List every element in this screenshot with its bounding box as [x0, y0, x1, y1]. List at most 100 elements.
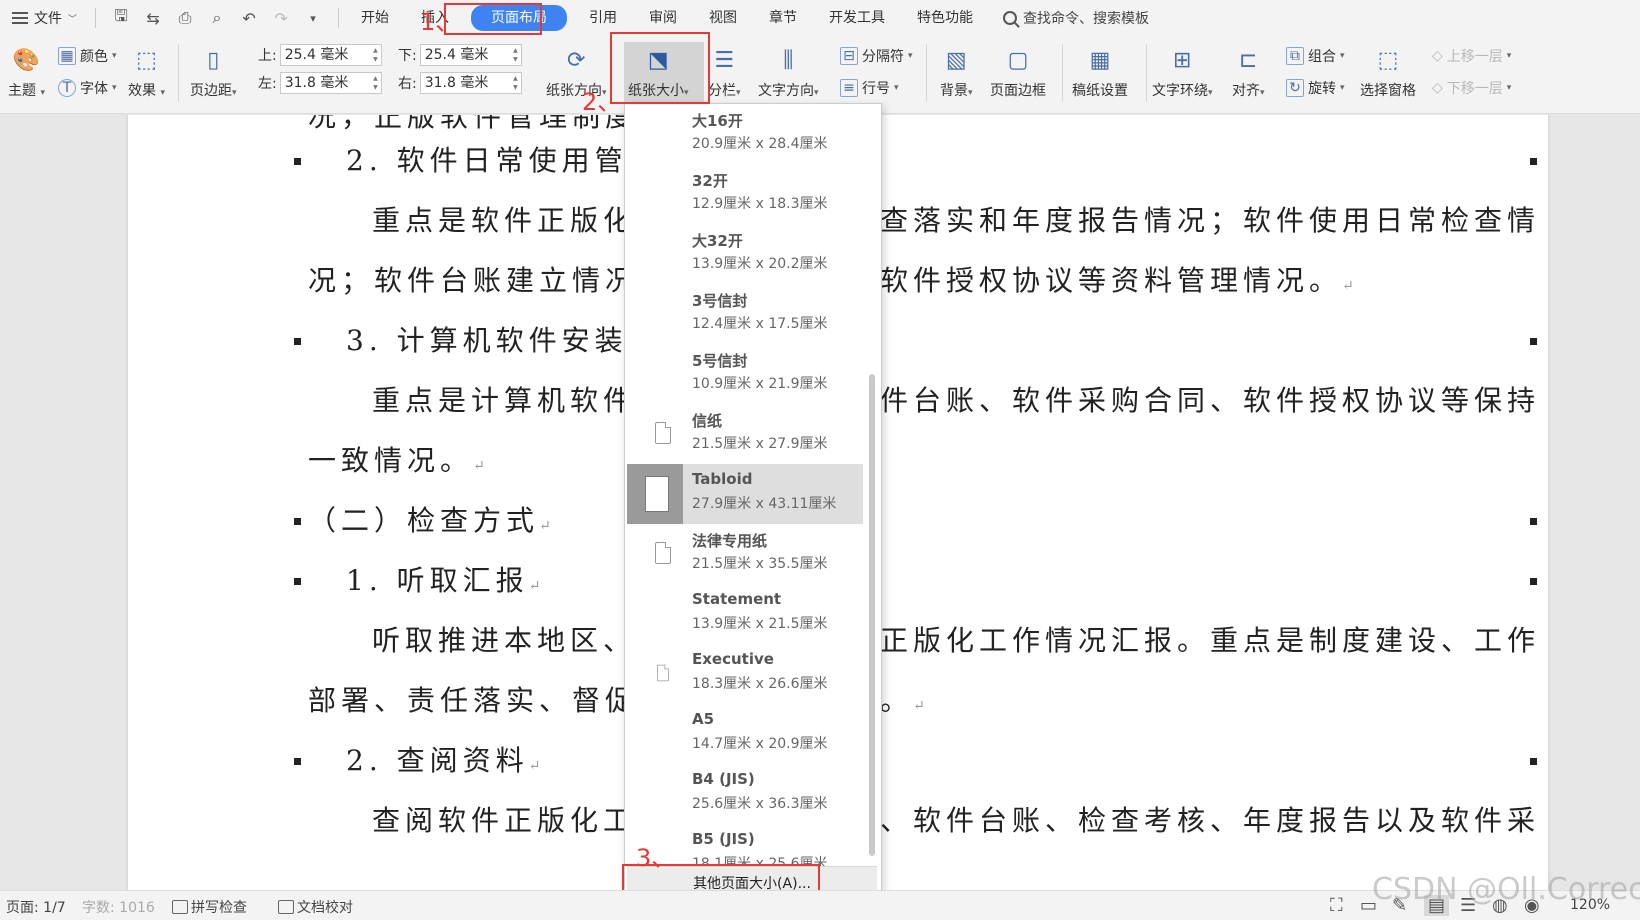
paper-size-option[interactable]: B4 (JIS) 25.6厘米 x 36.3厘米	[627, 764, 863, 824]
doc-line: 部署、责任落实、督促	[308, 684, 639, 717]
margin-left-label: 左:	[258, 76, 277, 92]
tab-chapter[interactable]: 章节	[753, 0, 813, 36]
command-search[interactable]: 查找命令、搜索模板	[989, 8, 1149, 28]
doc-line: 况；软件台账建立情况	[308, 264, 639, 297]
divider	[1062, 44, 1063, 102]
effect-button[interactable]: ⬚ 效果 ▾	[128, 44, 165, 100]
paper-size-option[interactable]: 大16开 20.9厘米 x 28.4厘米	[627, 104, 863, 164]
tab-references[interactable]: 引用	[573, 0, 633, 36]
page-border-button[interactable]: ▢ 页面边框	[990, 44, 1046, 100]
rotate-button[interactable]: ↻ 旋转 ▾	[1286, 78, 1345, 98]
customize-chevron-icon[interactable]: ▾	[302, 12, 324, 25]
effects-icon: ⬚	[136, 47, 157, 73]
proofread-button[interactable]: 文档校对	[278, 897, 353, 917]
paper-size-dropdown: 大16开 20.9厘米 x 28.4厘米 32开 12.9厘米 x 18.3厘米…	[624, 103, 882, 910]
doc-line: 况，正版软件管理制度	[308, 115, 639, 133]
tab-view[interactable]: 视图	[693, 0, 753, 36]
separator-button[interactable]: ⊟ 分隔符 ▾	[840, 46, 913, 66]
paper-size-name: Statement	[692, 590, 782, 608]
file-menu[interactable]: 文件 ﹀	[0, 0, 89, 36]
margin-right-label: 右:	[398, 76, 417, 92]
tab-review[interactable]: 审阅	[633, 0, 693, 36]
background-icon: ▧	[945, 47, 967, 73]
paper-size-option[interactable]: A5 14.7厘米 x 20.9厘米	[627, 704, 863, 764]
tab-home[interactable]: 开始	[345, 0, 405, 36]
hamburger-icon	[12, 12, 28, 24]
divider	[926, 44, 927, 102]
margin-top-label: 上:	[258, 48, 277, 64]
fullscreen-icon[interactable]: ⛶	[1330, 895, 1343, 916]
text-wrap-button[interactable]: ⊞ 文字环绕▾	[1152, 44, 1213, 100]
paper-size-option[interactable]: Statement 13.9厘米 x 21.5厘米	[627, 584, 863, 644]
paper-size-dims: 20.9厘米 x 28.4厘米	[692, 136, 828, 152]
color-grid-icon: ▦	[58, 47, 76, 65]
paper-size-option-selected[interactable]: Tabloid 27.9厘米 x 43.11厘米	[627, 464, 863, 524]
margin-bottom-input[interactable]: 25.4 毫米	[419, 44, 522, 66]
line-number-button[interactable]: ≡ 行号 ▾	[840, 78, 899, 98]
margin-left-input[interactable]: 31.8 毫米	[279, 72, 382, 94]
paper-size-option[interactable]: 法律专用纸 21.5厘米 x 35.5厘米	[627, 524, 863, 584]
doc-line-text: 2. 查阅资料	[346, 744, 529, 777]
margin-right: 右: 31.8 毫米	[398, 72, 522, 94]
save-icon[interactable]: 🖫	[110, 5, 132, 32]
margins-button[interactable]: ▯ 页边距▾	[190, 44, 237, 100]
margin-bottom-label: 下:	[398, 48, 417, 64]
columns-button[interactable]: ☰ 分栏▾	[708, 44, 741, 100]
align-button[interactable]: ⊏ 对齐▾	[1232, 44, 1265, 100]
margin-right-input[interactable]: 31.8 毫米	[419, 72, 522, 94]
page-icon	[627, 464, 683, 524]
spell-check-button[interactable]: 拼写检查	[172, 897, 247, 917]
paper-size-option[interactable]: Executive 18.3厘米 x 26.6厘米	[627, 644, 863, 704]
paragraph-mark	[294, 578, 301, 585]
divider	[338, 8, 340, 28]
undo-icon[interactable]: ↶	[238, 9, 260, 28]
margins-icon: ▯	[207, 47, 220, 73]
paper-size-option[interactable]: 信纸 21.5厘米 x 27.9厘米	[627, 404, 863, 464]
group-button[interactable]: ⧉ 组合 ▾	[1286, 46, 1345, 66]
paragraph-mark	[1530, 338, 1537, 345]
quick-access-toolbar: 🖫 ⇆ ⎙ ⌕ ↶ ↷ ▾	[102, 5, 332, 32]
text-direction-label: 文字方向	[758, 83, 814, 99]
paper-size-option[interactable]: 大32开 13.9厘米 x 20.2厘米	[627, 224, 863, 284]
print-icon[interactable]: ⎙	[174, 8, 196, 28]
manuscript-button[interactable]: ▦ 稿纸设置	[1072, 44, 1128, 100]
selection-pane-button[interactable]: ⬚ 选择窗格	[1360, 44, 1416, 100]
spell-check-icon	[172, 900, 188, 914]
paragraph-return-icon: ↵	[539, 518, 551, 534]
margin-top-input[interactable]: 25.4 毫米	[279, 44, 382, 66]
bring-forward-icon: ◇	[1432, 48, 1443, 64]
export-icon[interactable]: ⇆	[142, 9, 164, 28]
paper-size-name: 大32开	[692, 232, 743, 250]
background-button[interactable]: ▧ 背景▾	[940, 44, 973, 100]
font-button[interactable]: T 字体 ▾	[58, 78, 117, 98]
search-icon	[1003, 11, 1018, 25]
paper-size-dims: 25.6厘米 x 36.3厘米	[692, 796, 828, 812]
paper-size-dims: 12.9厘米 x 18.3厘米	[692, 196, 828, 212]
print-preview-icon[interactable]: ⌕	[206, 8, 228, 28]
paper-size-dims: 27.9厘米 x 43.11厘米	[692, 496, 837, 512]
bring-forward-button[interactable]: ◇ 上移一层 ▾	[1432, 46, 1511, 66]
color-button[interactable]: ▦ 颜色 ▾	[58, 46, 117, 66]
redo-icon[interactable]: ↷	[270, 9, 292, 28]
theme-label: 主题	[8, 83, 36, 99]
paper-size-option[interactable]: 3号信封 12.4厘米 x 17.5厘米	[627, 284, 863, 344]
paragraph-return-icon: ↵	[1342, 278, 1354, 294]
chevron-down-icon: ﹀	[68, 14, 78, 25]
paper-size-dims: 10.9厘米 x 21.9厘米	[692, 376, 828, 392]
page-border-label: 页面边框	[990, 83, 1046, 99]
word-count[interactable]: 字数: 1016	[82, 897, 155, 917]
tab-features[interactable]: 特色功能	[901, 0, 989, 36]
theme-button[interactable]: 🎨 主题 ▾	[8, 44, 45, 100]
spell-check-label: 拼写检查	[191, 900, 247, 916]
tab-developer[interactable]: 开发工具	[813, 0, 901, 36]
menu-bar: 文件 ﹀ 🖫 ⇆ ⎙ ⌕ ↶ ↷ ▾ 开始 插入 页面布局 引用 审阅 视图 章…	[0, 0, 1640, 36]
paper-size-option[interactable]: 32开 12.9厘米 x 18.3厘米	[627, 164, 863, 224]
font-label: 字体	[80, 81, 108, 97]
paper-size-option[interactable]: 5号信封 10.9厘米 x 21.9厘米	[627, 344, 863, 404]
paragraph-mark	[294, 758, 301, 765]
dropdown-scrollbar[interactable]	[869, 374, 875, 856]
page-count[interactable]: 页面: 1/7	[6, 897, 66, 917]
send-backward-button[interactable]: ◇ 下移一层 ▾	[1432, 78, 1511, 98]
align-label: 对齐	[1232, 83, 1260, 99]
text-direction-button[interactable]: ⫼ 文字方向▾	[758, 44, 819, 100]
